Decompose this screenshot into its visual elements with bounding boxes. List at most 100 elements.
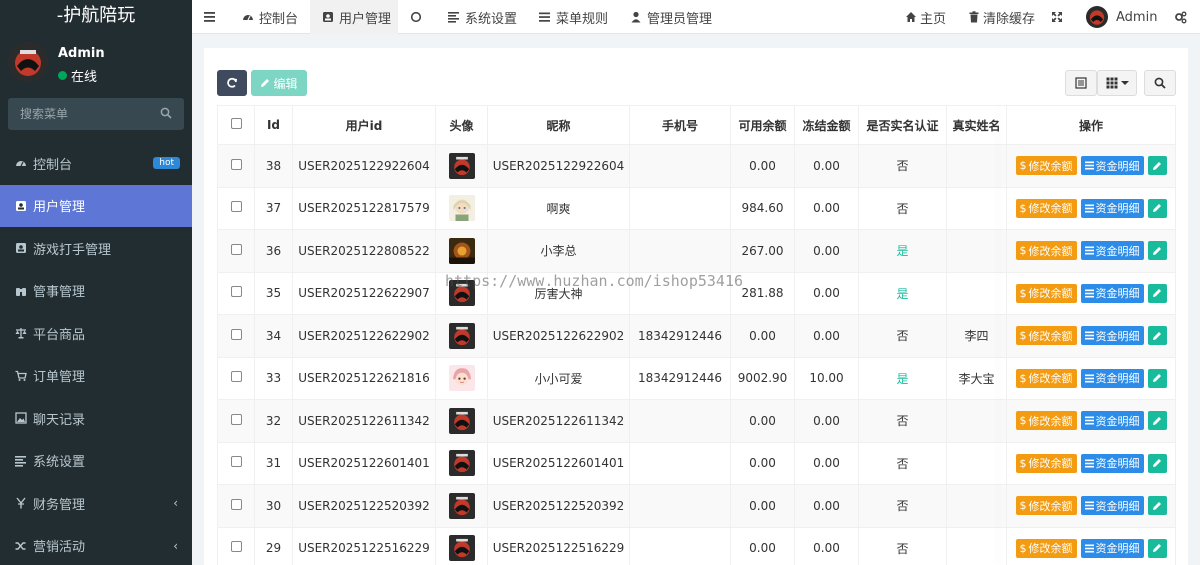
row-checkbox[interactable] xyxy=(230,541,242,553)
row-select-cell[interactable] xyxy=(217,526,255,565)
modify-balance-button[interactable]: $ 修改余额 xyxy=(1015,241,1077,261)
row-select-cell[interactable] xyxy=(217,441,255,485)
sidebar-item-2[interactable]: 游戏打手管理 xyxy=(0,227,192,270)
edit-row-button[interactable] xyxy=(1147,156,1167,176)
user-avatar[interactable] xyxy=(448,322,475,349)
modify-balance-button[interactable]: $ 修改余额 xyxy=(1015,156,1077,176)
row-checkbox[interactable] xyxy=(230,286,242,298)
row-checkbox[interactable] xyxy=(230,498,242,510)
header-user-id[interactable]: 用户id xyxy=(292,105,436,145)
select-all-header[interactable] xyxy=(217,105,255,145)
tab-admin-management[interactable]: 管理员管理 xyxy=(630,0,712,34)
clear-cache-button[interactable]: 清除缓存 xyxy=(968,0,1035,34)
row-checkbox[interactable] xyxy=(230,243,242,255)
brand-title[interactable]: -护航陪玩 xyxy=(0,0,192,34)
table-row[interactable]: 31 USER2025122601401 USER2025122601401 0.00… xyxy=(217,441,1176,485)
fund-detail-button[interactable]: 资金明细 xyxy=(1080,411,1144,431)
settings-button[interactable] xyxy=(1174,0,1187,34)
tab-dashboard[interactable]: 控制台 xyxy=(242,0,298,34)
fund-detail-button[interactable]: 资金明细 xyxy=(1080,453,1144,473)
row-select-cell[interactable] xyxy=(217,399,255,443)
fund-detail-button[interactable]: 资金明细 xyxy=(1080,198,1144,218)
user-avatar[interactable] xyxy=(448,407,475,434)
user-avatar[interactable] xyxy=(448,535,475,562)
table-row[interactable]: 33 USER2025122621816 小小可爱 18342912446 9002.9… xyxy=(217,356,1176,400)
refresh-button[interactable] xyxy=(217,70,247,96)
edit-row-button[interactable] xyxy=(1147,368,1167,388)
header-phone[interactable]: 手机号 xyxy=(629,105,731,145)
row-select-cell[interactable] xyxy=(217,144,255,188)
edit-row-button[interactable] xyxy=(1147,538,1167,558)
sidebar-item-0[interactable]: 控制台 hot xyxy=(0,142,192,185)
modify-balance-button[interactable]: $ 修改余额 xyxy=(1015,453,1077,473)
fund-detail-button[interactable]: 资金明细 xyxy=(1080,283,1144,303)
user-avatar[interactable] xyxy=(448,195,475,222)
fund-detail-button[interactable]: 资金明细 xyxy=(1080,496,1144,516)
edit-row-button[interactable] xyxy=(1147,198,1167,218)
edit-row-button[interactable] xyxy=(1147,453,1167,473)
fund-detail-button[interactable]: 资金明细 xyxy=(1080,538,1144,558)
tab-user-management[interactable]: 用户管理 xyxy=(310,0,398,34)
search-icon[interactable] xyxy=(160,107,172,119)
table-row[interactable]: 34 USER2025122622902 USER2025122622902 1834… xyxy=(217,314,1176,358)
modify-balance-button[interactable]: $ 修改余额 xyxy=(1015,326,1077,346)
user-avatar[interactable] xyxy=(448,492,475,519)
edit-row-button[interactable] xyxy=(1147,241,1167,261)
edit-row-button[interactable] xyxy=(1147,496,1167,516)
edit-button[interactable]: 编辑 xyxy=(251,70,307,96)
tab-menu-rules[interactable]: 菜单规则 xyxy=(539,0,608,34)
admin-menu[interactable]: Admin xyxy=(1086,0,1157,34)
row-select-cell[interactable] xyxy=(217,186,255,230)
user-avatar[interactable] xyxy=(448,365,475,392)
header-verified[interactable]: 是否实名认证 xyxy=(858,105,947,145)
modify-balance-button[interactable]: $ 修改余额 xyxy=(1015,538,1077,558)
header-balance[interactable]: 可用余额 xyxy=(730,105,795,145)
columns-dropdown-button[interactable] xyxy=(1097,70,1137,96)
tab-system-settings[interactable]: 系统设置 xyxy=(448,0,517,34)
row-checkbox[interactable] xyxy=(230,371,242,383)
table-row[interactable]: 38 USER2025122922604 USER2025122922604 0.00… xyxy=(217,144,1176,188)
row-checkbox[interactable] xyxy=(230,201,242,213)
fund-detail-button[interactable]: 资金明细 xyxy=(1080,368,1144,388)
sidebar-item-7[interactable]: 系统设置 xyxy=(0,440,192,483)
modify-balance-button[interactable]: $ 修改余额 xyxy=(1015,411,1077,431)
modify-balance-button[interactable]: $ 修改余额 xyxy=(1015,496,1077,516)
table-row[interactable]: 32 USER2025122611342 USER2025122611342 0.00… xyxy=(217,399,1176,443)
table-row[interactable]: 37 USER2025122817579 啊爽 984.60 0.00 否 $ 修改余额 资金明… xyxy=(217,186,1176,230)
tab-circle[interactable] xyxy=(410,0,422,34)
sidebar-item-9[interactable]: 营销活动 ‹ xyxy=(0,525,192,565)
table-row[interactable]: 30 USER2025122520392 USER2025122520392 0.00… xyxy=(217,484,1176,528)
header-frozen[interactable]: 冻结金额 xyxy=(794,105,859,145)
table-row[interactable]: 36 USER2025122808522 小李总 267.00 0.00 是 $ 修改余额 资金… xyxy=(217,229,1176,273)
row-select-cell[interactable] xyxy=(217,271,255,315)
fund-detail-button[interactable]: 资金明细 xyxy=(1080,156,1144,176)
edit-row-button[interactable] xyxy=(1147,326,1167,346)
row-select-cell[interactable] xyxy=(217,356,255,400)
modify-balance-button[interactable]: $ 修改余额 xyxy=(1015,368,1077,388)
fullscreen-button[interactable] xyxy=(1051,0,1063,34)
toggle-view-button[interactable] xyxy=(1065,70,1097,96)
sidebar-item-3[interactable]: 管事管理 xyxy=(0,270,192,313)
user-avatar[interactable] xyxy=(448,450,475,477)
row-checkbox[interactable] xyxy=(230,158,242,170)
row-select-cell[interactable] xyxy=(217,484,255,528)
user-avatar[interactable] xyxy=(448,152,475,179)
modify-balance-button[interactable]: $ 修改余额 xyxy=(1015,283,1077,303)
menu-search-input[interactable] xyxy=(8,98,184,130)
edit-row-button[interactable] xyxy=(1147,411,1167,431)
sidebar-item-6[interactable]: 聊天记录 xyxy=(0,397,192,440)
sidebar-toggle-button[interactable] xyxy=(204,0,216,34)
row-checkbox[interactable] xyxy=(230,456,242,468)
edit-row-button[interactable] xyxy=(1147,283,1167,303)
table-row[interactable]: 29 USER2025122516229 USER2025122516229 0.00… xyxy=(217,526,1176,565)
search-toggle-button[interactable] xyxy=(1144,70,1176,96)
row-checkbox[interactable] xyxy=(230,328,242,340)
home-link[interactable]: 主页 xyxy=(905,0,946,34)
modify-balance-button[interactable]: $ 修改余额 xyxy=(1015,198,1077,218)
header-nickname[interactable]: 昵称 xyxy=(487,105,630,145)
sidebar-item-1[interactable]: 用户管理 xyxy=(0,184,192,227)
row-checkbox[interactable] xyxy=(230,413,242,425)
sidebar-item-4[interactable]: 平台商品 xyxy=(0,312,192,355)
user-avatar[interactable] xyxy=(448,237,475,264)
fund-detail-button[interactable]: 资金明细 xyxy=(1080,241,1144,261)
